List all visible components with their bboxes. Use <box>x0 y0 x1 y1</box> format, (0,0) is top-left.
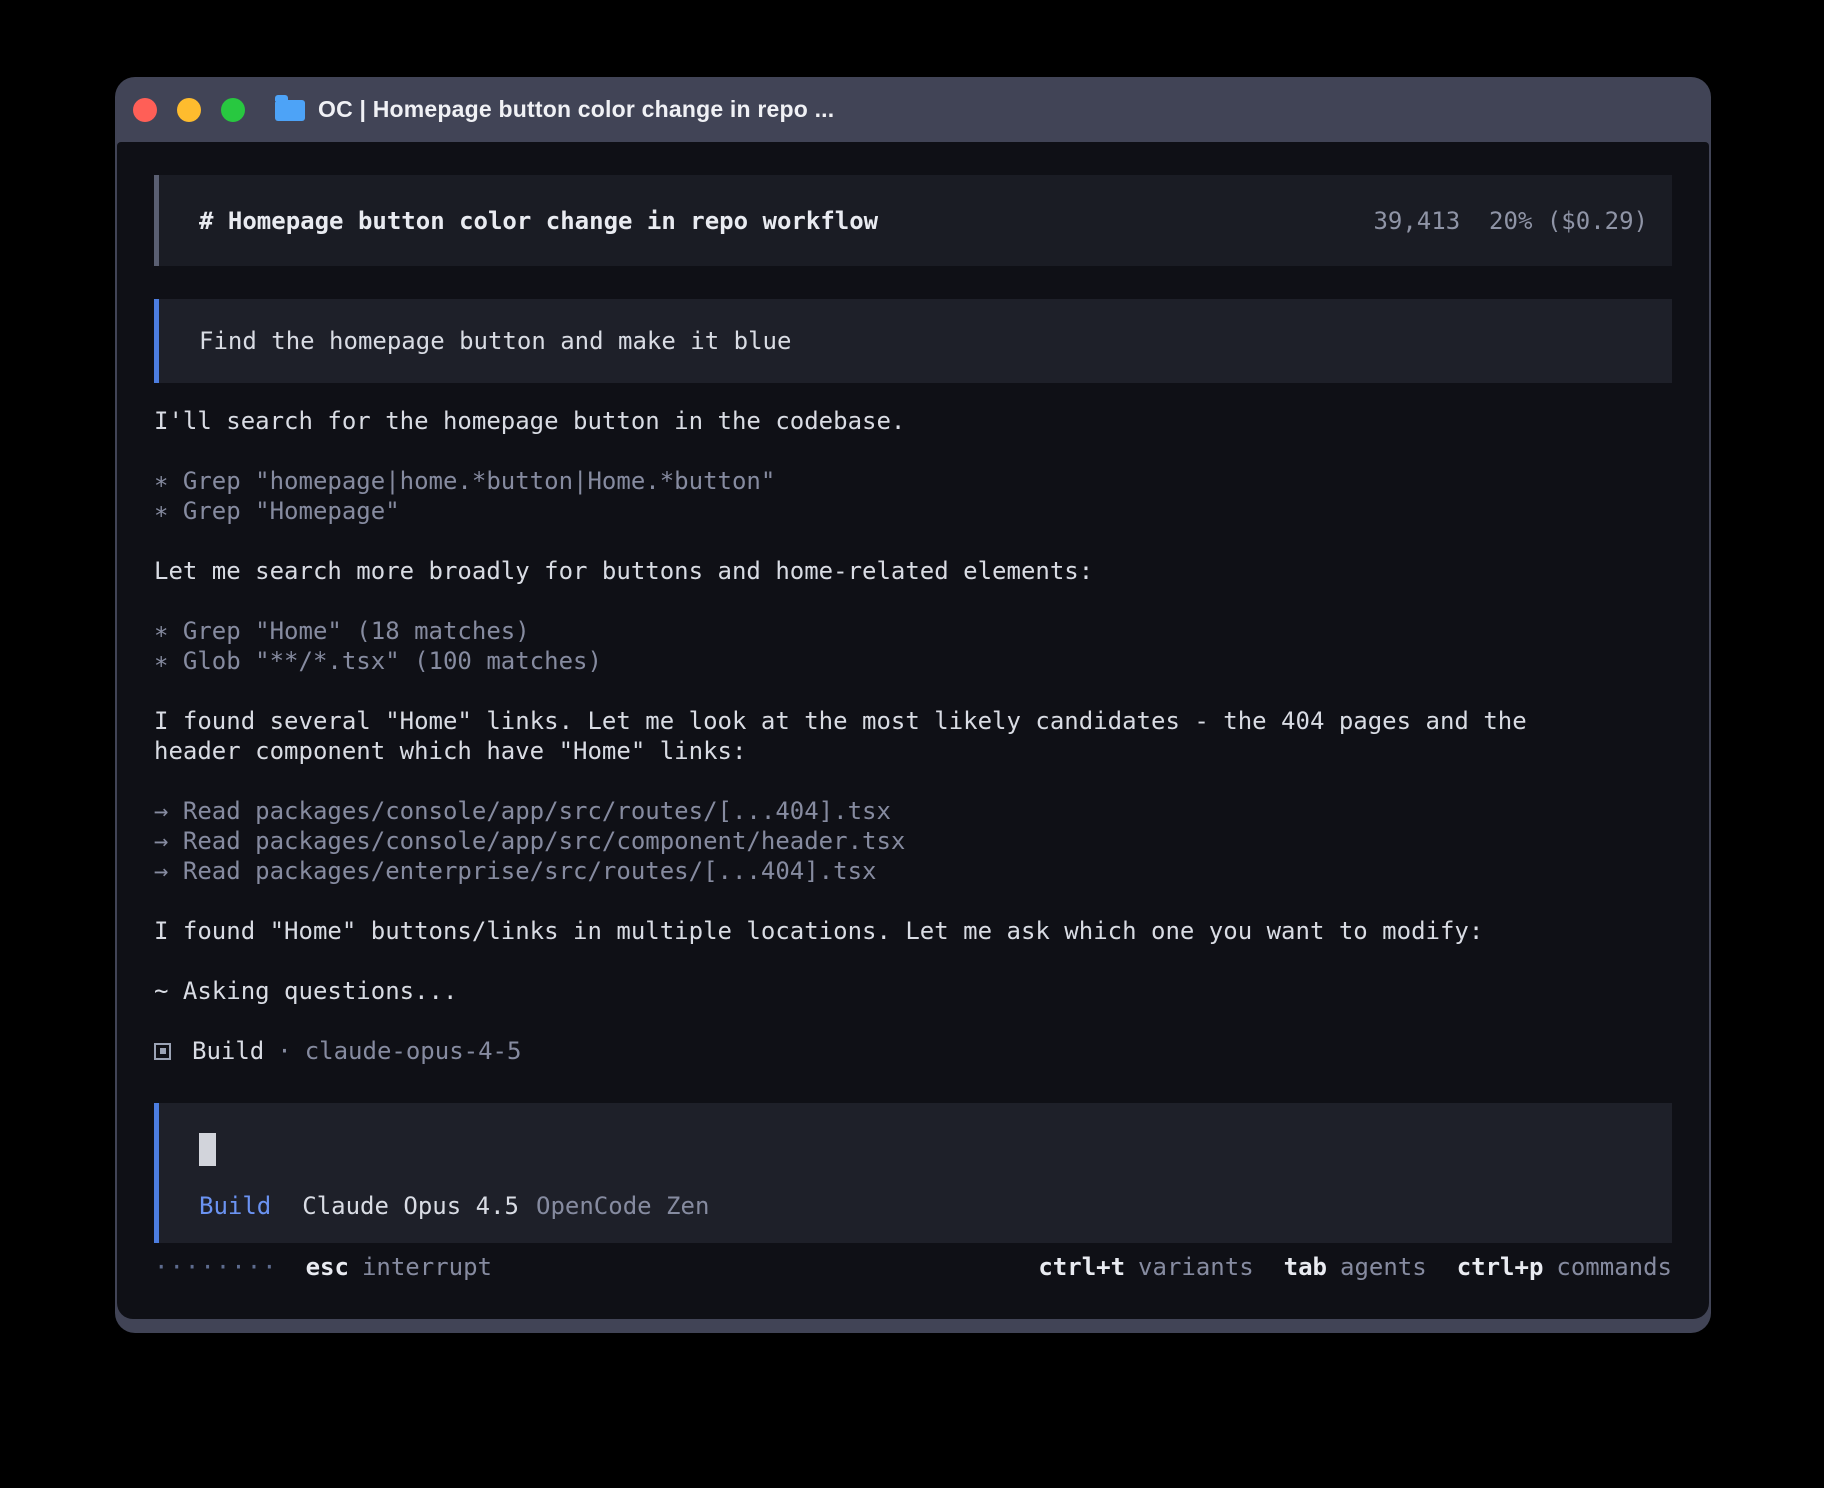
traffic-lights <box>133 98 245 122</box>
tab-key: tab <box>1284 1252 1327 1282</box>
window-title: OC | Homepage button color change in rep… <box>318 96 834 123</box>
commands-label: commands <box>1556 1252 1672 1282</box>
close-button[interactable] <box>133 98 157 122</box>
folder-icon <box>275 100 305 121</box>
tool-calls-read: → Read packages/console/app/src/routes/[… <box>154 796 1672 886</box>
input-provider-label: OpenCode Zen <box>536 1191 709 1221</box>
statusbar-right: ctrl+t variants tab agents ctrl+p comman… <box>1038 1252 1672 1282</box>
shortcut-interrupt: esc interrupt <box>306 1252 492 1282</box>
terminal-content[interactable]: # Homepage button color change in repo w… <box>117 142 1709 1319</box>
session-title: # Homepage button color change in repo w… <box>199 206 878 236</box>
ctrl-t-key: ctrl+t <box>1038 1252 1125 1282</box>
input-agent-label: Build <box>199 1191 271 1221</box>
shortcut-agents: tab agents <box>1284 1252 1427 1282</box>
agents-label: agents <box>1340 1252 1427 1282</box>
user-message-text: Find the homepage button and make it blu… <box>199 326 791 356</box>
assistant-text: I found several "Home" links. Let me loo… <box>154 706 1672 766</box>
session-header: # Homepage button color change in repo w… <box>154 175 1672 266</box>
agent-square-icon <box>154 1043 171 1060</box>
assistant-text: I found "Home" buttons/links in multiple… <box>154 916 1672 946</box>
terminal-window: OC | Homepage button color change in rep… <box>115 77 1711 1333</box>
tool-calls-grep: ∗ Grep "homepage|home.*button|Home.*butt… <box>154 466 1672 526</box>
model-row: Build Claude Opus 4.5 OpenCode Zen <box>199 1191 1632 1221</box>
conversation: I'll search for the homepage button in t… <box>154 406 1672 1006</box>
session-stats: 39,413 20% ($0.29) <box>1373 206 1648 236</box>
tool-calls-search: ∗ Grep "Home" (18 matches) ∗ Glob "**/*.… <box>154 616 1672 676</box>
separator-dot: · <box>277 1036 291 1066</box>
prompt-input[interactable]: Build Claude Opus 4.5 OpenCode Zen <box>154 1103 1672 1243</box>
statusbar: ········ esc interrupt ctrl+t variants t… <box>154 1252 1672 1282</box>
variants-label: variants <box>1138 1252 1254 1282</box>
shortcut-variants: ctrl+t variants <box>1038 1252 1253 1282</box>
window-titlebar[interactable]: OC | Homepage button color change in rep… <box>115 77 1711 142</box>
assistant-text: I'll search for the homepage button in t… <box>154 406 1672 436</box>
zoom-button[interactable] <box>221 98 245 122</box>
shortcut-commands: ctrl+p commands <box>1457 1252 1672 1282</box>
ctrl-p-key: ctrl+p <box>1457 1252 1544 1282</box>
input-model-label: Claude Opus 4.5 <box>302 1191 519 1221</box>
agent-name: Build <box>192 1036 264 1066</box>
minimize-button[interactable] <box>177 98 201 122</box>
text-cursor <box>199 1133 216 1166</box>
spinner-dots: ········ <box>154 1252 278 1282</box>
statusbar-left: ········ esc interrupt <box>154 1252 492 1282</box>
assistant-status-text: ~ Asking questions... <box>154 976 1672 1006</box>
interrupt-label: interrupt <box>362 1252 492 1282</box>
assistant-text: Let me search more broadly for buttons a… <box>154 556 1672 586</box>
agent-model: claude-opus-4-5 <box>305 1036 522 1066</box>
agent-status-line: Build · claude-opus-4-5 <box>154 1036 1672 1066</box>
user-message: Find the homepage button and make it blu… <box>154 299 1672 383</box>
esc-key: esc <box>306 1252 349 1282</box>
